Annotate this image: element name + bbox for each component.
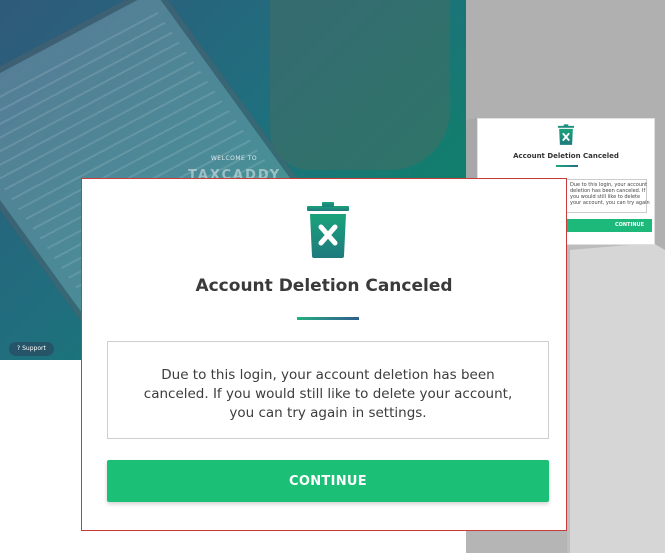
trash-x-icon [307, 202, 349, 258]
modal-message: Due to this login, your account deletion… [143, 367, 513, 421]
account-deletion-modal: Account Deletion Canceled Due to this lo… [81, 178, 567, 531]
preview-message: Due to this login, your account deletion… [570, 182, 650, 206]
preview-title: Account Deletion Canceled [513, 152, 619, 160]
trash-x-icon [558, 124, 574, 150]
modal-title: Account Deletion Canceled [195, 276, 453, 296]
preview-accent-bar [556, 165, 578, 167]
message-box: Due to this login, your account deletion… [107, 341, 549, 439]
title-accent-bar [297, 317, 359, 320]
continue-button[interactable]: CONTINUE [107, 460, 549, 502]
